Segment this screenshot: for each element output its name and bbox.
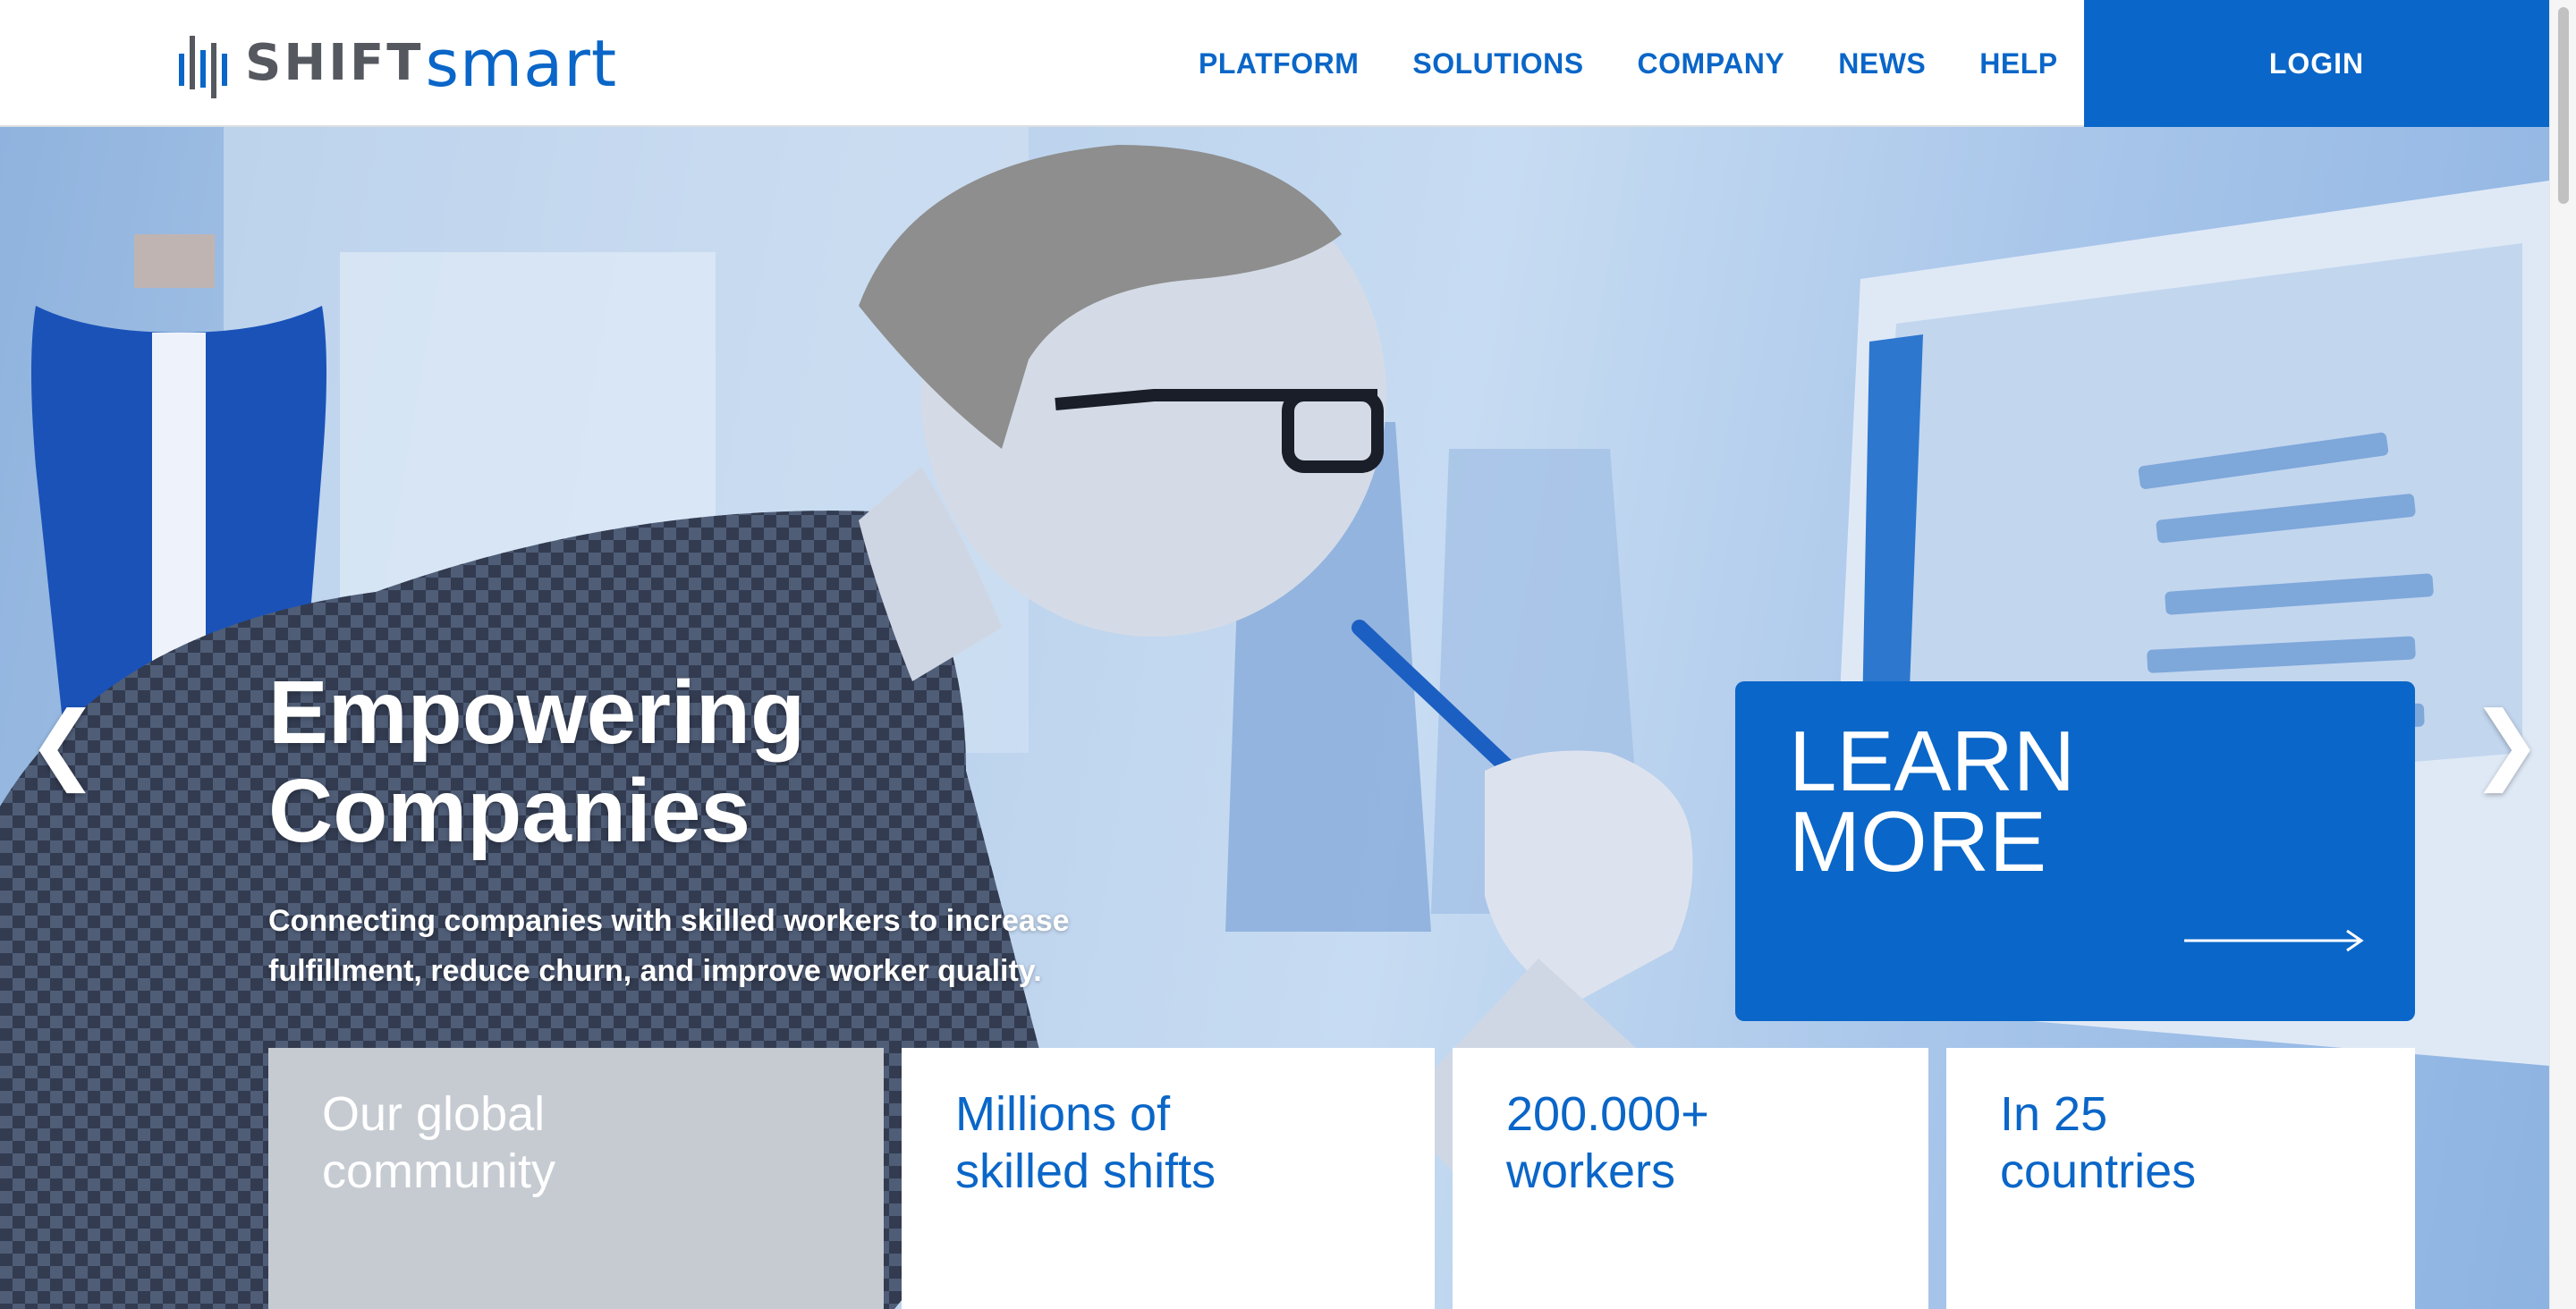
learn-more-label: LEARN MORE: [1789, 714, 2236, 890]
logo-bars-icon: [179, 36, 227, 98]
arrow-right-icon: [2184, 929, 2364, 952]
main-nav: PLATFORM SOLUTIONS COMPANY NEWS HELP: [1199, 0, 2112, 127]
site-header: SHIFT smart PLATFORM SOLUTIONS COMPANY N…: [0, 0, 2549, 127]
hero-subtitle: Connecting companies with skilled worker…: [268, 904, 1070, 988]
stat-card-text: Millions of skilled shifts: [955, 1085, 1216, 1200]
stat-card-text: 200.000+ workers: [1506, 1085, 1709, 1200]
stat-card-workers[interactable]: 200.000+ workers: [1453, 1048, 1928, 1309]
learn-more-line2: MORE: [1789, 794, 2046, 890]
learn-more-button[interactable]: LEARN MORE: [1735, 681, 2415, 1021]
shiftsmart-logo[interactable]: SHIFT smart: [177, 27, 617, 100]
stat-line2: skilled shifts: [955, 1144, 1216, 1198]
nav-solutions[interactable]: SOLUTIONS: [1412, 47, 1583, 80]
stat-line1: Our global: [322, 1087, 546, 1141]
stat-line2: countries: [2000, 1144, 2197, 1198]
stat-line1: 200.000+: [1506, 1087, 1709, 1141]
logo-smart-text: smart: [425, 26, 618, 101]
stat-card-text: Our global community: [322, 1085, 555, 1200]
hero-title: Empowering Companies: [268, 663, 805, 860]
nav-news[interactable]: NEWS: [1838, 47, 1926, 80]
learn-more-line1: LEARN: [1789, 714, 2076, 809]
stat-line2: community: [322, 1144, 556, 1198]
stat-line1: Millions of: [955, 1087, 1171, 1141]
carousel-next-arrow-icon[interactable]: ❯: [2470, 699, 2542, 789]
nav-help[interactable]: HELP: [1979, 47, 2057, 80]
login-button[interactable]: LOGIN: [2084, 0, 2549, 127]
hero-title-line1: Empowering: [268, 663, 806, 763]
hero-title-line2: Companies: [268, 761, 751, 861]
scrollbar-thumb[interactable]: [2558, 7, 2569, 204]
stat-card-community[interactable]: Our global community: [268, 1048, 884, 1309]
stat-card-shifts[interactable]: Millions of skilled shifts: [902, 1048, 1435, 1309]
stat-card-countries[interactable]: In 25 countries: [1946, 1048, 2415, 1309]
page-scrollbar[interactable]: [2549, 0, 2576, 1309]
stat-line2: workers: [1506, 1144, 1676, 1198]
hero-carousel: ❮ ❯ Empowering Companies Connecting comp…: [0, 127, 2549, 1309]
nav-platform[interactable]: PLATFORM: [1199, 47, 1359, 80]
stat-card-text: In 25 countries: [2000, 1085, 2196, 1200]
stat-line1: In 25: [2000, 1087, 2108, 1141]
nav-company[interactable]: COMPANY: [1638, 47, 1785, 80]
carousel-prev-arrow-icon[interactable]: ❮: [27, 699, 98, 789]
logo-shift-text: SHIFT: [245, 34, 424, 92]
